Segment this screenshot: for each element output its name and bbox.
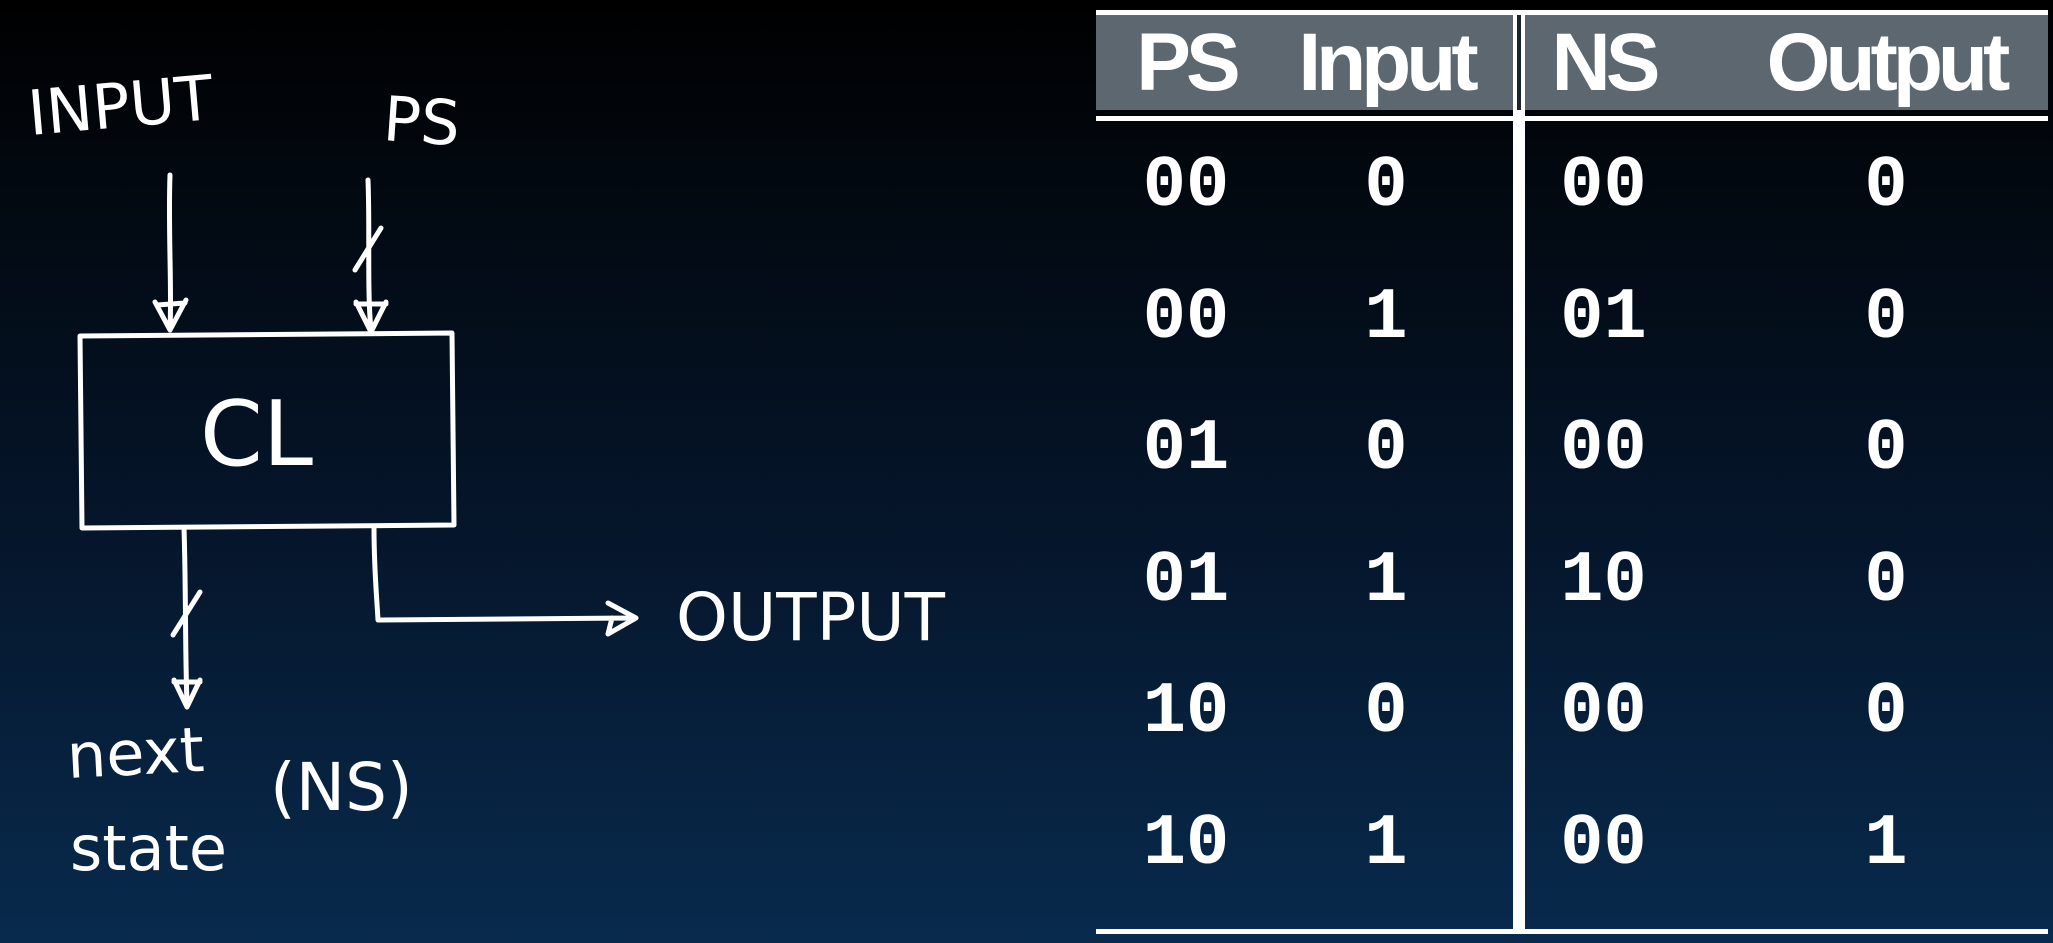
ps-arrow bbox=[352, 177, 389, 335]
cell-ns: 00 bbox=[1560, 408, 1647, 490]
column-header-ns: NS bbox=[1551, 17, 1661, 108]
input-label: INPUT bbox=[25, 61, 217, 150]
next-label: next bbox=[65, 713, 206, 793]
column-divider bbox=[1513, 10, 1525, 932]
cell-input: 1 bbox=[1364, 802, 1408, 885]
cell-output: 0 bbox=[1864, 408, 1908, 490]
state-label: state bbox=[70, 812, 227, 885]
cell-input: 0 bbox=[1364, 408, 1408, 490]
table-header: PS Input NS Output bbox=[1096, 10, 2048, 110]
input-arrow bbox=[152, 172, 189, 333]
cell-output: 0 bbox=[1864, 145, 1908, 227]
cell-ns: 01 bbox=[1560, 276, 1647, 359]
table-row: 01 1 10 0 bbox=[1096, 516, 2048, 648]
cell-ps: 01 bbox=[1142, 408, 1230, 490]
cell-input: 0 bbox=[1364, 145, 1408, 227]
table-row: 10 1 00 1 bbox=[1096, 779, 2048, 911]
table-body: 00 0 00 0 00 1 01 0 01 0 00 0 01 1 10 0 … bbox=[1096, 121, 2048, 910]
cell-ps: 01 bbox=[1142, 539, 1230, 622]
cell-ns: 10 bbox=[1560, 539, 1647, 622]
cell-output: 0 bbox=[1864, 276, 1908, 359]
table-row: 00 1 01 0 bbox=[1096, 253, 2048, 385]
cell-ns: 00 bbox=[1560, 802, 1647, 885]
cl-block-label: CL bbox=[200, 382, 313, 487]
column-divider-gap bbox=[1517, 15, 1521, 110]
combinational-logic-diagram: INPUT PS CL OUTPUT next state (NS) bbox=[25, 61, 946, 885]
cell-ps: 00 bbox=[1142, 276, 1230, 359]
ns-label: (NS) bbox=[270, 749, 413, 826]
column-header-input: Input bbox=[1298, 17, 1478, 108]
cell-output: 0 bbox=[1864, 671, 1908, 753]
ps-label: PS bbox=[381, 82, 463, 160]
table-bottom-rule bbox=[1096, 929, 2048, 934]
output-arrow bbox=[371, 525, 639, 637]
state-truth-table: PS Input NS Output 00 0 00 0 00 1 01 0 0… bbox=[1096, 10, 2048, 934]
table-row: 00 0 00 0 bbox=[1096, 121, 2048, 253]
cell-ps: 10 bbox=[1142, 671, 1230, 753]
cell-output: 1 bbox=[1864, 802, 1908, 885]
cell-ps: 00 bbox=[1142, 145, 1230, 227]
cell-ns: 00 bbox=[1560, 671, 1647, 753]
cell-input: 0 bbox=[1364, 671, 1408, 753]
cell-output: 0 bbox=[1864, 539, 1908, 622]
cell-ns: 00 bbox=[1560, 145, 1647, 227]
column-header-output: Output bbox=[1766, 17, 2011, 108]
cell-input: 1 bbox=[1364, 276, 1408, 359]
table-row: 01 0 00 0 bbox=[1096, 384, 2048, 516]
output-label: OUTPUT bbox=[676, 579, 946, 656]
column-header-ps: PS bbox=[1136, 17, 1240, 108]
table-row: 10 0 00 0 bbox=[1096, 647, 2048, 779]
next-state-arrow bbox=[170, 525, 203, 710]
cell-ps: 10 bbox=[1142, 802, 1230, 885]
cell-input: 1 bbox=[1364, 539, 1408, 622]
